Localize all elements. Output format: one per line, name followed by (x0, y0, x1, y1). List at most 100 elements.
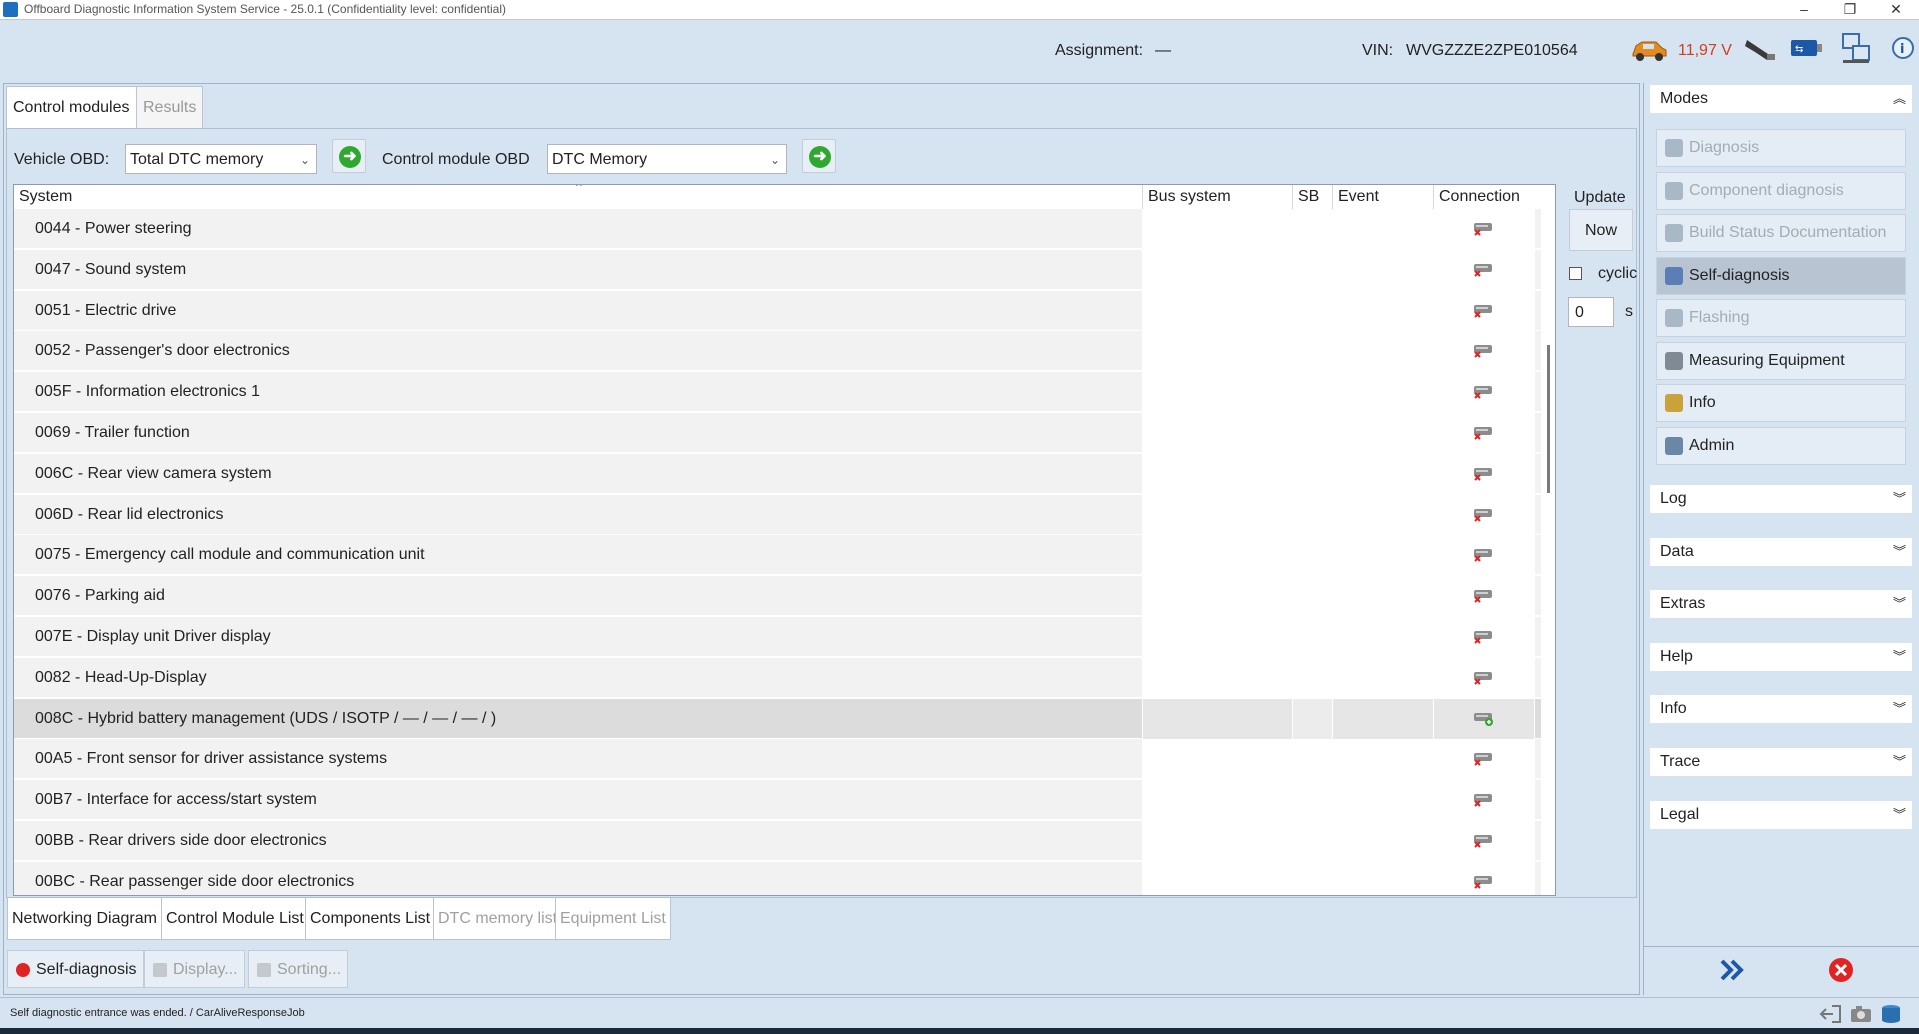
mode-component-diagnosis[interactable]: Component diagnosis (1656, 171, 1906, 210)
tab-networking-diagram[interactable]: Networking Diagram (7, 898, 162, 940)
logout-icon[interactable] (1818, 1003, 1844, 1025)
tab-results[interactable]: Results (136, 86, 204, 128)
section-trace[interactable]: Trace ︾ (1650, 748, 1912, 776)
section-extras[interactable]: Extras ︾ (1650, 590, 1912, 619)
table-row[interactable]: 0082 - Head-Up-Display (14, 657, 1541, 698)
mode-build-status-documentation[interactable]: Build Status Documentation (1656, 214, 1906, 252)
section-info[interactable]: Info ︾ (1650, 695, 1912, 724)
table-row[interactable]: 0051 - Electric drive (14, 290, 1541, 331)
table-row[interactable]: 006D - Rear lid electronics (14, 494, 1541, 535)
mode-diagnosis[interactable]: Diagnosis (1656, 129, 1906, 167)
mode-measuring-equipment[interactable]: Measuring Equipment (1656, 341, 1906, 380)
system-cell: 006D - Rear lid electronics (14, 494, 1143, 535)
disconnected-icon (1474, 590, 1492, 603)
bus-system-cell (1143, 453, 1293, 494)
app-header: Assignment: — VIN: WVGZZZE2ZPE010564 11,… (0, 20, 1919, 82)
table-row[interactable]: 005F - Information electronics 1 (14, 372, 1541, 413)
vci-connector-icon[interactable] (1743, 34, 1777, 64)
table-row[interactable]: 0044 - Power steering (14, 209, 1541, 249)
table-row[interactable]: 00A5 - Front sensor for driver assistanc… (14, 739, 1541, 780)
minimize-button[interactable]: – (1781, 0, 1827, 20)
system-cell: 006C - Rear view camera system (14, 453, 1143, 494)
column-header-event[interactable]: Event (1333, 185, 1434, 209)
column-header-connection[interactable]: Connection (1434, 185, 1535, 209)
tab-control-modules[interactable]: Control modules (6, 86, 137, 128)
table-row[interactable]: 008C - Hybrid battery management (UDS / … (14, 698, 1541, 739)
close-button[interactable]: ✕ (1873, 0, 1919, 20)
scrollbar-thumb[interactable] (1547, 345, 1550, 493)
tab-equipment-list[interactable]: Equipment List (555, 898, 671, 940)
table-row[interactable]: 0069 - Trailer function (14, 413, 1541, 453)
modes-section-header[interactable]: Modes ︽ (1650, 85, 1912, 113)
camera-icon[interactable] (1848, 1003, 1874, 1025)
column-header-bus-system[interactable]: Bus system (1143, 185, 1293, 209)
table-row[interactable]: 0052 - Passenger's door electronics (14, 331, 1541, 372)
mode-info[interactable]: Info (1656, 384, 1906, 422)
control-module-obd-select[interactable]: DTC Memory ⌄ (547, 144, 787, 174)
event-cell (1333, 861, 1434, 895)
display-button[interactable]: Display... (144, 950, 245, 988)
bus-system-cell (1143, 249, 1293, 290)
table-row[interactable]: 007E - Display unit Driver display (14, 617, 1541, 657)
vehicle-obd-go-button[interactable]: ➜ (332, 139, 366, 173)
chevron-down-icon: ⌄ (769, 153, 780, 167)
table-row[interactable]: 0076 - Parking aid (14, 576, 1541, 617)
info-icon[interactable]: i (1890, 34, 1916, 64)
mode-flashing[interactable]: Flashing (1656, 299, 1906, 337)
column-header-sb[interactable]: SB (1293, 185, 1333, 209)
control-module-obd-go-button[interactable]: ➜ (802, 139, 836, 173)
sorting-button[interactable]: Sorting... (248, 950, 349, 988)
table-row[interactable]: 006C - Rear view camera system (14, 453, 1541, 494)
system-cell: 0047 - Sound system (14, 249, 1143, 290)
connection-cell (1434, 494, 1535, 535)
tab-components-list[interactable]: Components List (305, 898, 436, 940)
section-data[interactable]: Data ︾ (1650, 537, 1912, 566)
tab-dtc-memory-list[interactable]: DTC memory list (433, 898, 563, 940)
table-row[interactable]: 0075 - Emergency call module and communi… (14, 535, 1541, 576)
disconnected-icon (1474, 508, 1492, 522)
tab-control-module-list[interactable]: Control Module List (161, 898, 309, 940)
maximize-button[interactable]: ❐ (1827, 0, 1873, 20)
event-cell (1333, 576, 1434, 617)
update-now-button[interactable]: Now (1569, 209, 1633, 251)
section-log[interactable]: Log ︾ (1650, 485, 1912, 513)
mode-self-diagnosis[interactable]: Self-diagnosis (1656, 256, 1906, 295)
section-legal[interactable]: Legal ︾ (1650, 800, 1912, 829)
exit-icon[interactable] (1822, 953, 1860, 987)
mode-admin[interactable]: Admin (1656, 426, 1906, 465)
table-row[interactable]: 00BC - Rear passenger side door electron… (14, 861, 1541, 895)
section-label: Extras (1660, 595, 1706, 613)
sb-cell (1293, 617, 1333, 657)
event-cell (1333, 780, 1434, 821)
vehicle-obd-select[interactable]: Total DTC memory ⌄ (125, 144, 317, 174)
chevron-down-icon: ︾ (1892, 648, 1906, 664)
network-status-icon[interactable] (1839, 32, 1873, 66)
disconnected-icon (1474, 549, 1492, 563)
sb-cell (1293, 535, 1333, 576)
forward-icon[interactable] (1714, 953, 1752, 987)
usb-connection-icon[interactable]: ⇆ (1789, 36, 1823, 60)
table-row[interactable]: 00B7 - Interface for access/start system (14, 780, 1541, 821)
cyclic-seconds-input[interactable]: 0 (1568, 297, 1614, 327)
connection-cell (1434, 617, 1535, 657)
table-row[interactable]: 00BB - Rear drivers side door electronic… (14, 821, 1541, 861)
bus-system-cell (1143, 494, 1293, 535)
cyclic-checkbox[interactable] (1569, 267, 1582, 280)
database-icon[interactable] (1878, 1002, 1904, 1026)
event-cell (1333, 698, 1434, 739)
component-diagnosis-icon (1665, 181, 1683, 200)
bus-system-cell (1143, 739, 1293, 780)
sorting-button-label: Sorting... (277, 961, 342, 978)
self-diagnosis-button[interactable]: Self-diagnosis (7, 950, 144, 988)
table-scrollbar[interactable] (1541, 209, 1555, 895)
disconnected-icon (1474, 794, 1492, 807)
section-help[interactable]: Help ︾ (1650, 642, 1912, 671)
assignment-value: — (1155, 42, 1171, 59)
system-cell: 00BC - Rear passenger side door electron… (14, 861, 1143, 895)
connection-cell (1434, 331, 1535, 372)
table-row[interactable]: 0047 - Sound system (14, 249, 1541, 290)
connection-cell (1434, 453, 1535, 494)
svg-text:i: i (1900, 42, 1904, 57)
disconnected-icon (1474, 386, 1492, 399)
diagnosis-icon (1665, 139, 1683, 157)
